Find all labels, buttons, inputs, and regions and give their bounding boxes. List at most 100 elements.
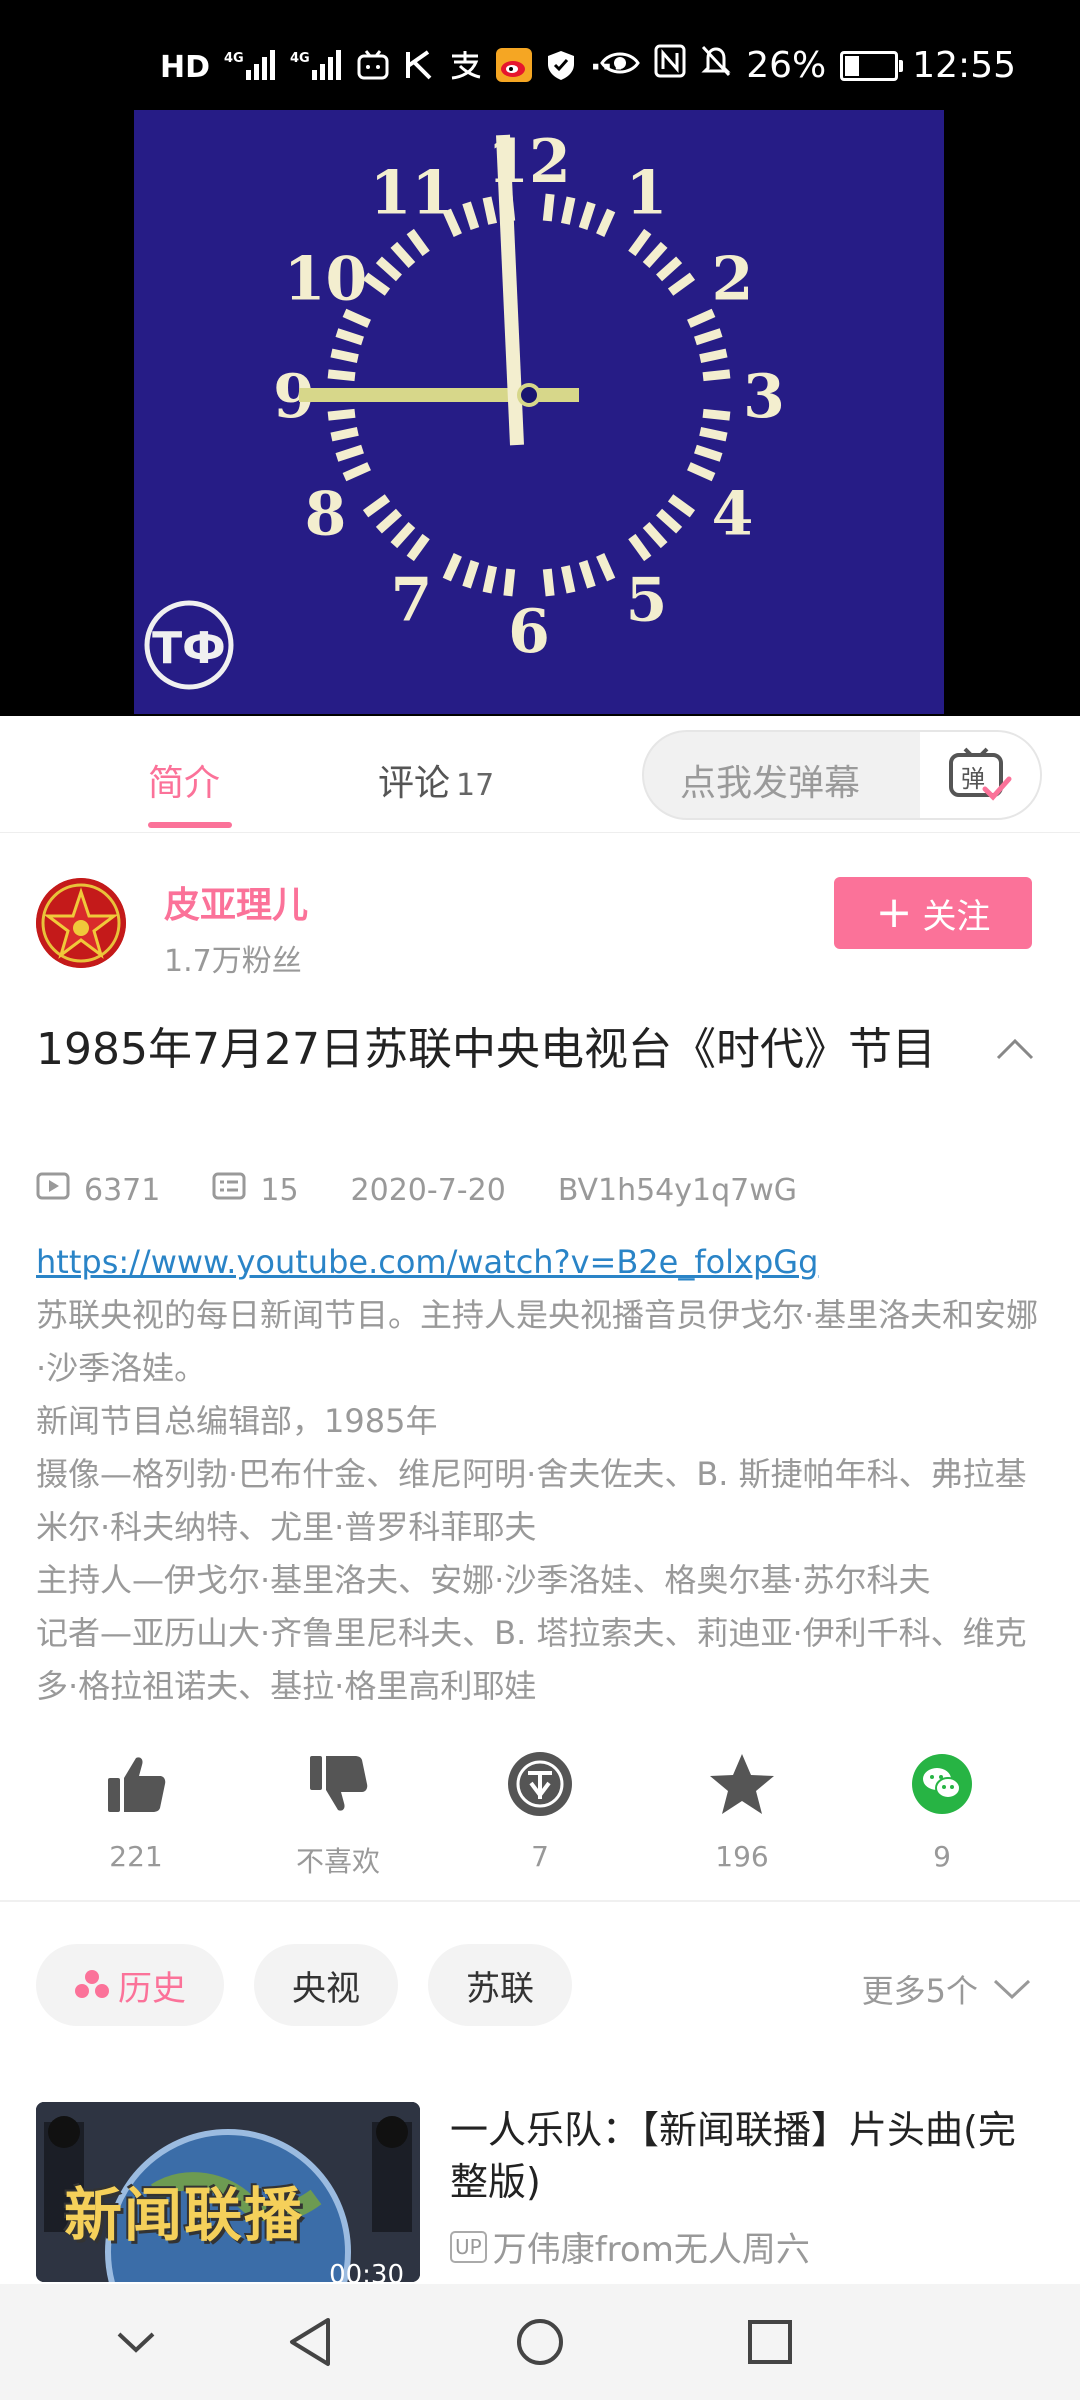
more-tags-button[interactable]: 更多5个 — [862, 1966, 1032, 2012]
description-line: 记者—亚历山大·齐鲁里尼科夫、B. 塔拉索夫、莉迪亚·伊利千科、维克多·格拉祖诺… — [36, 1614, 1027, 1705]
clock-tick — [503, 568, 516, 597]
tag-history[interactable]: 历史 — [36, 1944, 224, 2026]
tab-intro[interactable]: 简介 — [148, 754, 220, 806]
bvid: BV1h54y1q7wG — [557, 1172, 798, 1208]
hide-nav-icon[interactable] — [108, 2314, 164, 2370]
clock-tick — [406, 228, 430, 257]
video-duration: 00:30 — [329, 2260, 404, 2282]
recommend-uploader[interactable]: UP 万伟康from无人周六 — [450, 2222, 810, 2271]
chevron-down-icon — [993, 1979, 1031, 2000]
clock-tick — [327, 369, 356, 382]
eye-icon — [600, 45, 641, 86]
clock-center — [517, 383, 541, 407]
clock-tick — [375, 508, 402, 534]
favorite-button[interactable]: 196 — [662, 1744, 822, 1873]
coin-button[interactable]: 7 — [460, 1744, 620, 1873]
video-meta: 6371 15 2020-7-20 BV1h54y1q7wG — [36, 1172, 797, 1208]
clock-numeral: 11 — [370, 158, 454, 228]
battery-fill — [845, 55, 859, 76]
clock-tick — [542, 193, 555, 222]
signal-icon: 4G — [290, 48, 342, 86]
clock-tick — [642, 522, 668, 549]
tag-ussr[interactable]: 苏联 — [428, 1944, 572, 2026]
status-bar: HD 4G 4G ··· 26% 12:55 — [0, 0, 1080, 110]
tag-label: 历史 — [118, 1968, 186, 2009]
publish-date: 2020-7-20 — [350, 1172, 506, 1208]
danmaku-count: 15 — [260, 1172, 299, 1208]
clock-tick — [667, 272, 696, 296]
system-nav-bar — [0, 2284, 1080, 2400]
hd-icon: HD — [160, 49, 211, 85]
back-icon[interactable] — [282, 2314, 338, 2370]
plus-icon: + — [875, 887, 913, 938]
clock-tick — [390, 522, 416, 549]
clock-numeral: 3 — [743, 362, 785, 432]
wechat-icon — [862, 1744, 1022, 1824]
danmaku-input[interactable]: 点我发弹幕 — [680, 754, 860, 806]
share-button[interactable]: 9 — [862, 1744, 1022, 1873]
avatar[interactable] — [36, 878, 126, 968]
clock-tick — [702, 369, 731, 382]
home-icon[interactable] — [512, 2314, 568, 2370]
clock-tick — [628, 228, 652, 257]
thumbnail-text: 新闻联播 — [64, 2181, 305, 2249]
video-frame[interactable]: 12 1 2 3 4 5 6 7 8 9 10 11 ТФ — [134, 110, 944, 714]
danmaku-icon[interactable]: 弹 — [920, 732, 1040, 818]
clock-tick — [596, 208, 616, 237]
clock-numeral: 5 — [626, 566, 668, 636]
recommend-title[interactable]: 一人乐队：【新闻联播】片头曲(完整版) — [450, 2104, 1050, 2208]
dislike-label: 不喜欢 — [295, 1845, 380, 1878]
divider — [0, 1900, 1080, 1902]
danmaku-input-box[interactable]: 点我发弹幕 弹 — [642, 730, 1042, 820]
clock-tick — [462, 560, 480, 589]
recents-icon[interactable] — [742, 2314, 798, 2370]
signal-icon: 4G — [224, 48, 276, 86]
clock-tick — [375, 256, 402, 282]
chevron-up-icon[interactable] — [994, 1030, 1036, 1072]
play-count-icon — [36, 1172, 70, 1208]
clock-tick — [330, 426, 359, 442]
description-link[interactable]: https://www.youtube.com/watch?v=B2e_folx… — [36, 1236, 1046, 1289]
follow-button[interactable]: + 关注 — [834, 877, 1032, 949]
clock-tick — [642, 241, 668, 268]
star-icon — [662, 1744, 822, 1824]
clock-tick — [335, 328, 364, 346]
clock-time: 12:55 — [912, 45, 1016, 86]
clock-tick — [699, 348, 728, 364]
clock-tick — [462, 201, 480, 230]
clock-tick — [335, 444, 364, 462]
clock-tick — [628, 533, 652, 562]
clock-tick — [330, 348, 359, 364]
uploader-name[interactable]: 皮亚理儿 — [164, 876, 308, 928]
svg-text:4G: 4G — [224, 51, 244, 66]
battery-icon — [840, 50, 904, 81]
clock-numeral: 4 — [712, 480, 754, 550]
clock-tick — [482, 196, 498, 225]
favorite-count: 196 — [715, 1840, 769, 1873]
danmaku-count-icon — [212, 1172, 246, 1208]
svg-text:弹: 弹 — [961, 765, 985, 793]
dislike-button[interactable]: 不喜欢 — [258, 1744, 418, 1880]
clock-tick — [442, 553, 462, 582]
thumbs-up-icon — [56, 1744, 216, 1824]
clock-tick — [687, 308, 716, 328]
coin-count: 7 — [531, 1840, 549, 1873]
description-line: 摄像—格列勃·巴布什金、维尼阿明·舍夫佐夫、B. 斯捷帕年科、弗拉基米尔·科夫纳… — [36, 1455, 1027, 1546]
clock-tick — [687, 462, 716, 482]
recommend-thumbnail[interactable]: 新闻联播 00:30 — [36, 2102, 420, 2282]
channel-logo-text: ТФ — [152, 623, 226, 674]
mute-icon — [700, 44, 732, 87]
like-button[interactable]: 221 — [56, 1744, 216, 1873]
tags-row: 历史 央视 苏联 — [36, 1944, 572, 2026]
tag-cctv[interactable]: 央视 — [254, 1944, 398, 2026]
clock-tick — [578, 560, 596, 589]
clock-tick — [406, 533, 430, 562]
description-line: 新闻节目总编辑部，1985年 — [36, 1402, 438, 1440]
clock-tick — [694, 444, 723, 462]
clock-tick — [482, 565, 498, 594]
description-line: 苏联央视的每日新闻节目。主持人是央视播音员伊戈尔·基里洛夫和安娜·沙季洛娃。 — [36, 1296, 1039, 1387]
clock-numeral: 6 — [508, 597, 550, 667]
video-player[interactable]: HD 4G 4G ··· 26% 12:55 12 1 2 3 4 5 6 7 … — [0, 0, 1080, 716]
clock-tick — [362, 272, 391, 296]
tab-comments[interactable]: 评论 17 — [378, 754, 494, 806]
